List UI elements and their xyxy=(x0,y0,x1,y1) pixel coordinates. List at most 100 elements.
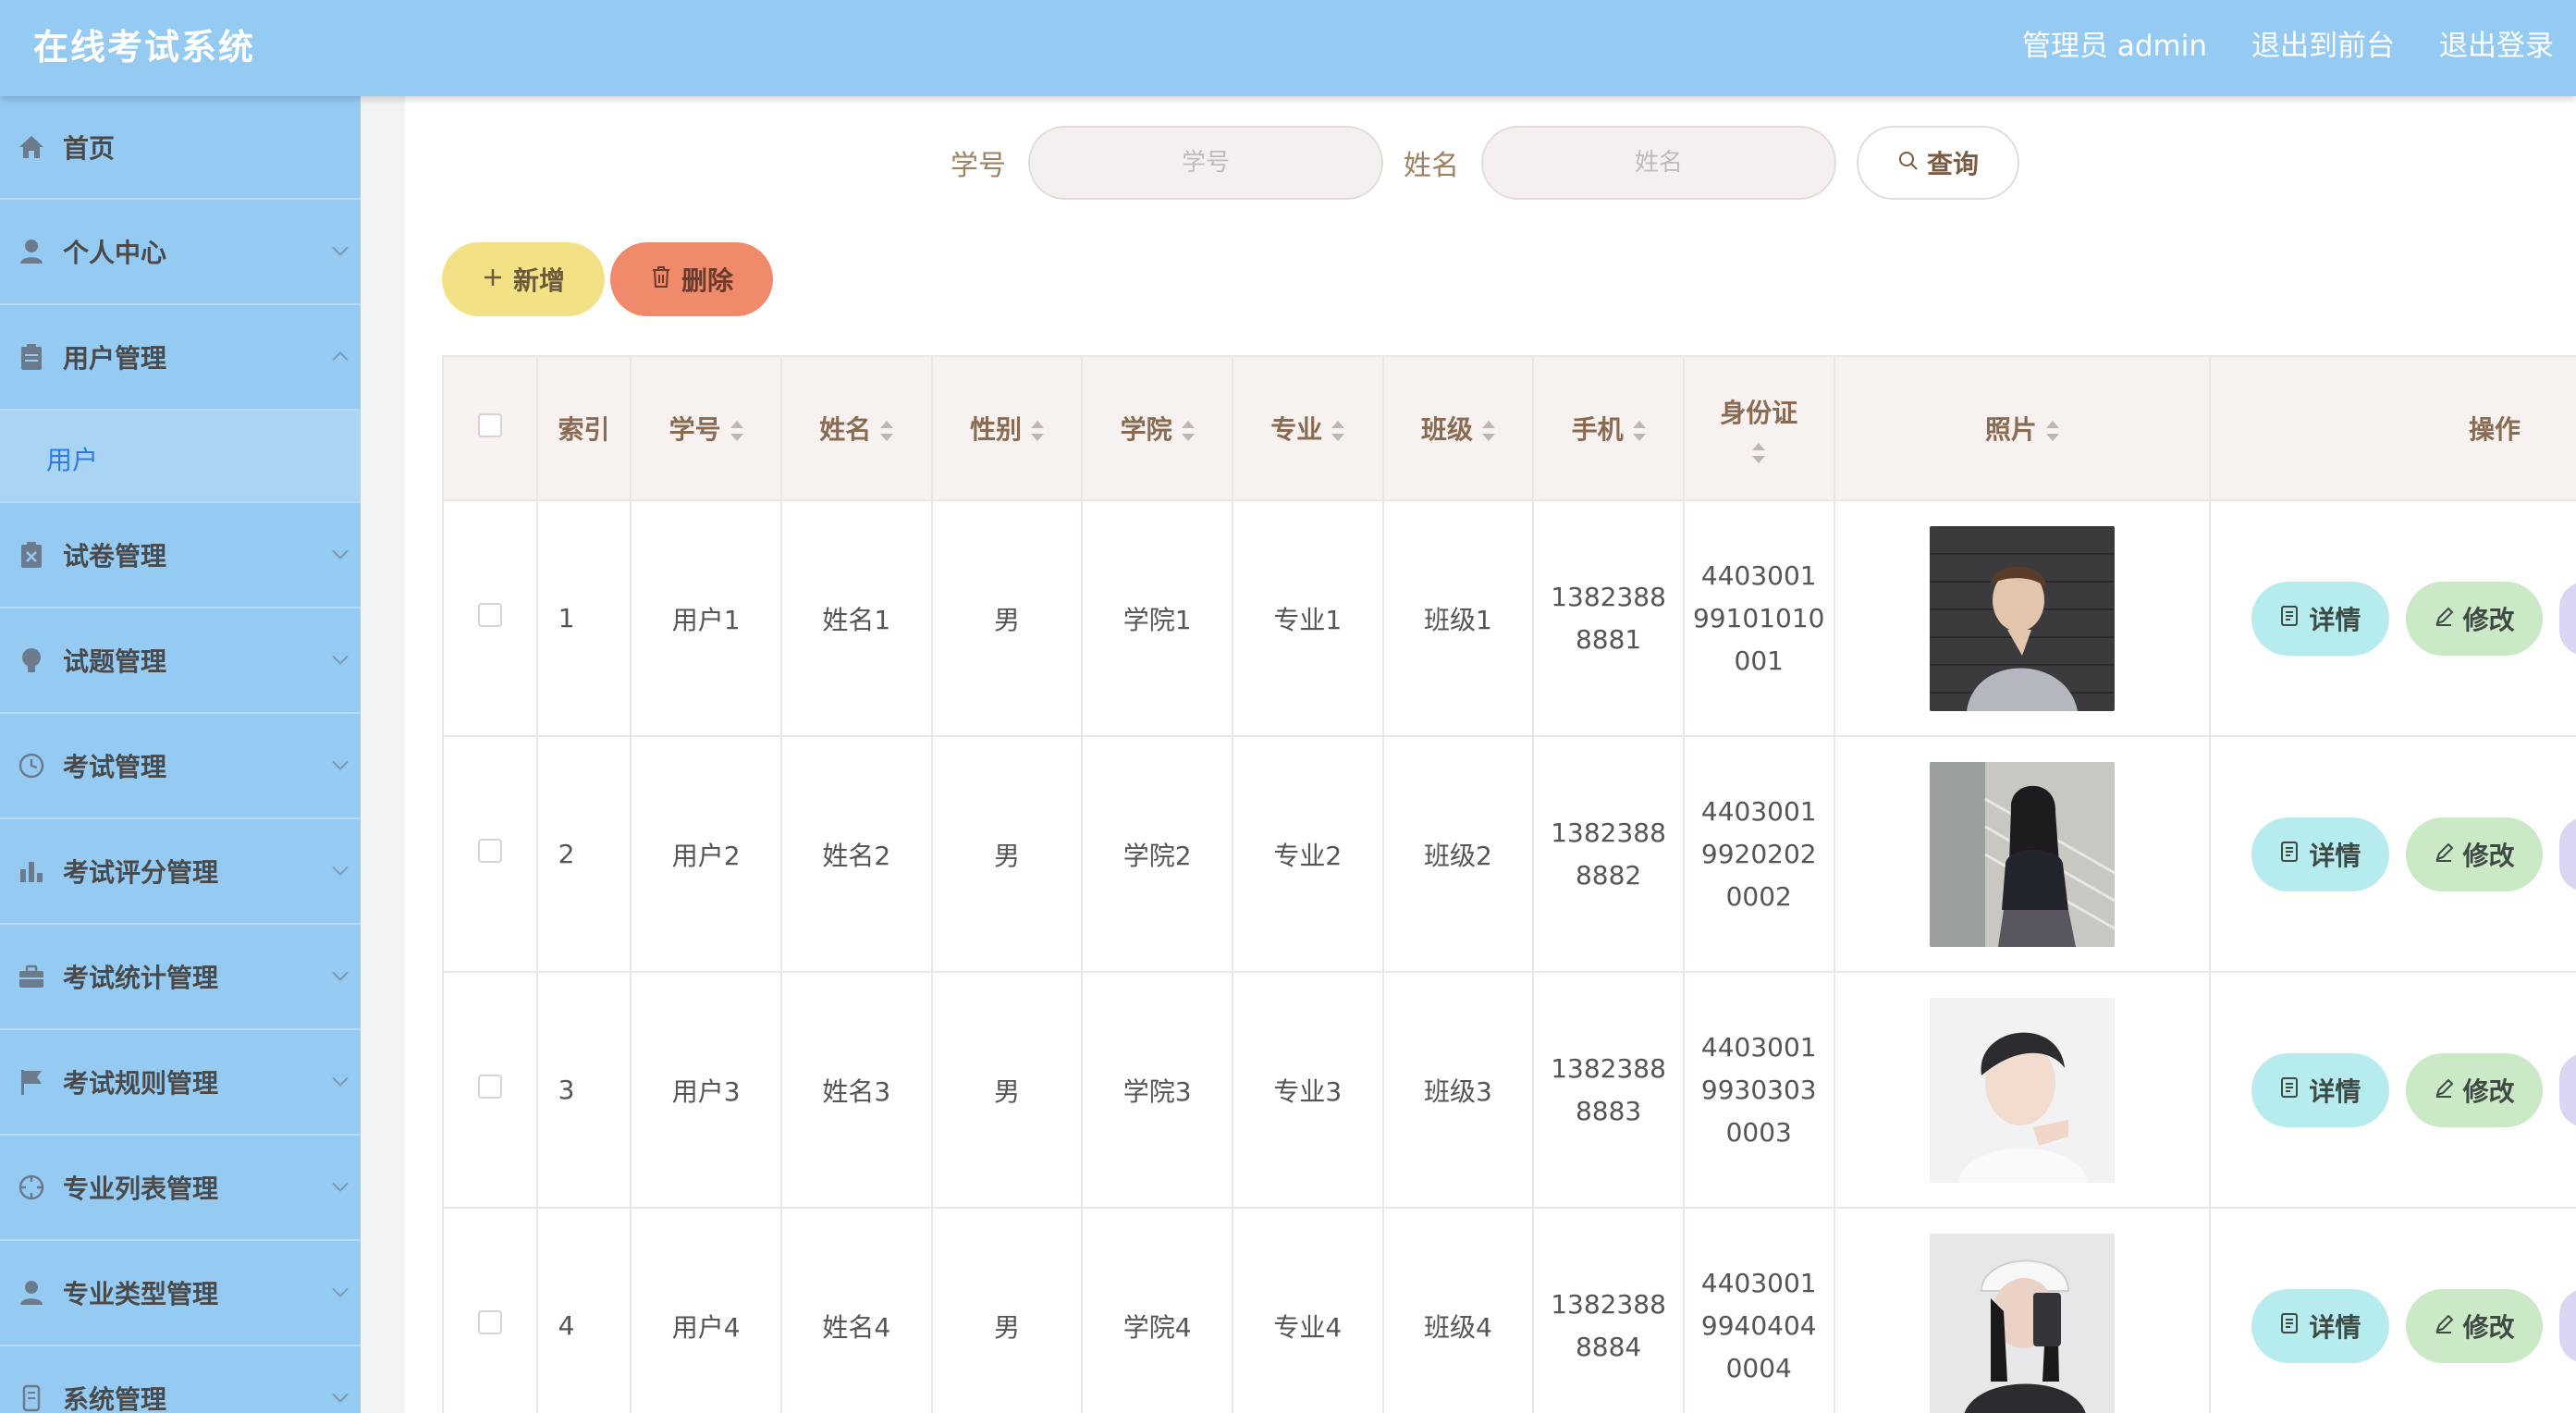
sort-icon[interactable] xyxy=(1481,421,1495,441)
edit-button[interactable]: 修改 xyxy=(2405,1052,2543,1127)
detail-button[interactable]: 详情 xyxy=(2251,1288,2389,1363)
cell-gender: 男 xyxy=(930,971,1084,1209)
select-all-checkbox[interactable] xyxy=(477,412,502,437)
id-line: 9920202 xyxy=(1700,838,1817,869)
clock-icon xyxy=(17,751,46,780)
phone-line: 1382388 xyxy=(1551,817,1666,848)
sidebar-item-exam-statistics[interactable]: 考试统计管理 xyxy=(0,925,361,1030)
more-button[interactable] xyxy=(2558,581,2576,656)
add-button[interactable]: 新增 xyxy=(442,242,605,316)
edit-button[interactable]: 修改 xyxy=(2405,817,2543,891)
row-checkbox[interactable] xyxy=(477,839,502,863)
sidebar-item-home[interactable]: 首页 xyxy=(0,96,361,200)
cell-student-no: 用户2 xyxy=(630,735,782,973)
col-photo[interactable]: 照片 xyxy=(1833,355,2212,501)
sort-icon[interactable] xyxy=(1331,421,1345,441)
id-line: 4403001 xyxy=(1700,1031,1817,1063)
more-button[interactable] xyxy=(2558,1288,2576,1363)
app-title: 在线考试系统 xyxy=(33,27,256,68)
chevron-down-icon xyxy=(331,968,350,986)
sort-icon[interactable] xyxy=(1030,421,1044,441)
cell-major: 专业3 xyxy=(1231,971,1384,1209)
cell-id-card: 4403001 99101010 001 xyxy=(1682,499,1835,737)
chevron-down-icon xyxy=(331,1179,350,1197)
sidebar-item-exam-rules[interactable]: 考试规则管理 xyxy=(0,1030,361,1136)
sidebar-item-major-type[interactable]: 专业类型管理 xyxy=(0,1241,361,1346)
cell-student-no: 用户4 xyxy=(630,1207,782,1413)
detail-button[interactable]: 详情 xyxy=(2251,817,2389,891)
edit-button[interactable]: 修改 xyxy=(2405,1288,2543,1363)
exit-to-front-link[interactable]: 退出到前台 xyxy=(2251,22,2395,64)
sort-icon[interactable] xyxy=(2045,421,2059,441)
detail-button-label: 详情 xyxy=(2309,604,2361,635)
search-bar: 学号 姓名 查询 xyxy=(951,126,2019,200)
more-button[interactable] xyxy=(2558,1052,2576,1127)
flag-icon xyxy=(17,1067,46,1097)
logout-link[interactable]: 退出登录 xyxy=(2439,22,2554,64)
row-actions: 详情 修改 xyxy=(2211,581,2576,656)
sidebar-item-label: 试卷管理 xyxy=(63,541,167,571)
cell-photo xyxy=(1833,1207,2212,1413)
name-input[interactable] xyxy=(1481,126,1836,200)
col-student-no[interactable]: 学号 xyxy=(630,355,782,501)
sidebar-item-major-list[interactable]: 专业列表管理 xyxy=(0,1136,361,1241)
row-checkbox[interactable] xyxy=(477,1310,502,1334)
cell-ops: 详情 修改 xyxy=(2209,499,2576,737)
col-id-card[interactable]: 身份证 xyxy=(1682,355,1835,501)
detail-button[interactable]: 详情 xyxy=(2251,581,2389,656)
col-name-label: 姓名 xyxy=(819,414,872,445)
edit-button-label: 修改 xyxy=(2462,604,2515,635)
compass-icon xyxy=(17,1173,46,1202)
student-no-input[interactable] xyxy=(1028,126,1383,200)
sort-icon[interactable] xyxy=(730,421,743,441)
sidebar-item-user-management[interactable]: 用户管理 xyxy=(0,305,361,411)
document-icon xyxy=(2279,603,2300,633)
name-label: 姓名 xyxy=(1404,150,1459,182)
row-checkbox[interactable] xyxy=(477,603,502,627)
sort-icon[interactable] xyxy=(880,421,894,441)
col-phone[interactable]: 手机 xyxy=(1532,355,1685,501)
chevron-down-icon xyxy=(331,652,350,670)
col-gender[interactable]: 性别 xyxy=(930,355,1084,501)
sort-icon[interactable] xyxy=(1632,421,1646,441)
sidebar-item-paper-management[interactable]: 试卷管理 xyxy=(0,503,361,608)
col-major[interactable]: 专业 xyxy=(1231,355,1384,501)
cell-student-no: 用户3 xyxy=(630,971,782,1209)
chevron-down-icon xyxy=(331,547,350,564)
id-line: 4403001 xyxy=(1700,795,1817,827)
cell-name: 姓名3 xyxy=(779,971,933,1209)
sort-icon[interactable] xyxy=(1752,443,1766,463)
detail-button[interactable]: 详情 xyxy=(2251,1052,2389,1127)
delete-button[interactable]: 删除 xyxy=(610,242,773,316)
sidebar-subitem-user[interactable]: 用户 xyxy=(0,411,361,503)
user-photo xyxy=(1929,761,2115,947)
col-index: 索引 xyxy=(535,355,632,501)
cell-major: 专业2 xyxy=(1231,735,1384,973)
edit-button-label: 修改 xyxy=(2462,840,2515,871)
admin-user-label[interactable]: 管理员 admin xyxy=(2022,22,2207,64)
sidebar-item-exam-management[interactable]: 考试管理 xyxy=(0,714,361,819)
document-icon xyxy=(2279,839,2300,869)
col-class-label: 班级 xyxy=(1420,414,1473,445)
col-class[interactable]: 班级 xyxy=(1381,355,1535,501)
col-name[interactable]: 姓名 xyxy=(779,355,933,501)
document-icon xyxy=(2279,1310,2300,1341)
cell-college: 学院2 xyxy=(1081,735,1233,973)
cell-name: 姓名1 xyxy=(779,499,933,737)
chevron-down-icon xyxy=(331,1390,350,1407)
user-photo xyxy=(1929,997,2115,1183)
edit-button[interactable]: 修改 xyxy=(2405,581,2543,656)
query-button[interactable]: 查询 xyxy=(1857,126,2019,200)
row-checkbox[interactable] xyxy=(477,1075,502,1099)
row-actions: 详情 修改 xyxy=(2211,1052,2576,1127)
sidebar-item-profile[interactable]: 个人中心 xyxy=(0,200,361,305)
sidebar-item-exam-scoring[interactable]: 考试评分管理 xyxy=(0,819,361,925)
sidebar-item-system[interactable]: 系统管理 xyxy=(0,1346,361,1413)
cell-college: 学院1 xyxy=(1081,499,1233,737)
id-line: 99101010 xyxy=(1692,602,1825,633)
sidebar-item-question-management[interactable]: 试题管理 xyxy=(0,608,361,714)
more-button[interactable] xyxy=(2558,817,2576,891)
cell-index: 3 xyxy=(535,971,632,1209)
sort-icon[interactable] xyxy=(1181,421,1195,441)
col-college[interactable]: 学院 xyxy=(1081,355,1233,501)
